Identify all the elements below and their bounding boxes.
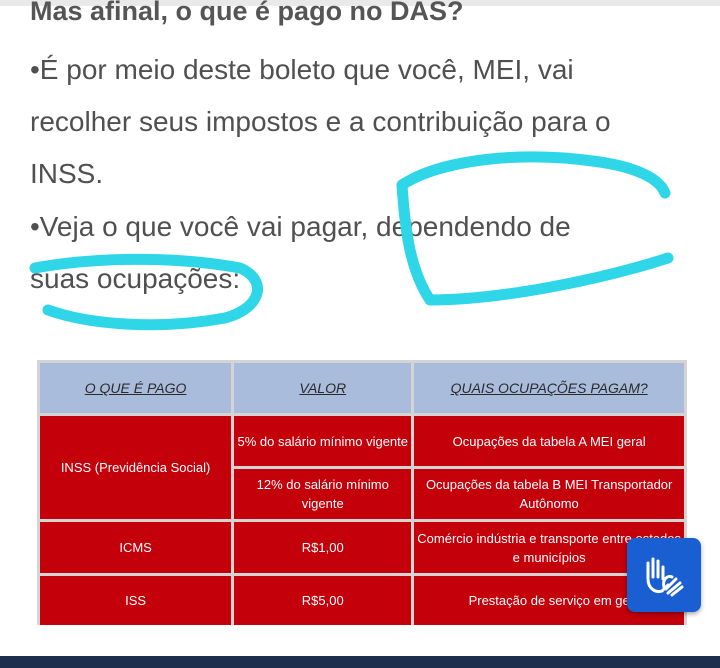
paragraph-line-4: •Veja o que você vai pagar, dependendo d… xyxy=(30,211,571,242)
sign-language-hands-icon xyxy=(646,557,684,597)
occupations-cell: Ocupações da tabela B MEI Transportador … xyxy=(414,469,684,519)
das-table: O QUE É PAGO VALOR QUAIS OCUPAÇÕES PAGAM… xyxy=(37,360,687,625)
value-cell: R$1,00 xyxy=(234,522,412,573)
paragraph-line-1: •É por meio deste boleto que você, MEI, … xyxy=(30,54,574,85)
accessibility-sign-language-button[interactable] xyxy=(627,538,701,612)
paragraph-line-5: suas ocupações: xyxy=(30,263,241,294)
paragraph-line-3: INSS. xyxy=(30,158,104,189)
value-cell: 5% do salário mínimo vigente xyxy=(234,416,412,466)
value-cell: R$5,00 xyxy=(234,576,412,625)
table-row: ISS R$5,00 Prestação de serviço em ge xyxy=(40,576,684,625)
table-row: ICMS R$1,00 Comércio indústria e transpo… xyxy=(40,522,684,573)
tax-cell: ISS xyxy=(40,576,232,625)
occupations-cell: Ocupações da tabela A MEI geral xyxy=(414,416,684,466)
tax-cell: INSS (Previdência Social) xyxy=(40,416,232,519)
header-occupations: QUAIS OCUPAÇÕES PAGAM? xyxy=(414,363,684,413)
header-what-is-paid: O QUE É PAGO xyxy=(40,363,232,413)
header-value: VALOR xyxy=(234,363,412,413)
paragraph-line-2: recolher seus impostos e a contribuição … xyxy=(30,106,611,137)
table-row: INSS (Previdência Social) 5% do salário … xyxy=(40,416,684,519)
value-cell: 12% do salário mínimo vigente xyxy=(234,469,412,519)
page-heading: Mas afinal, o que é pago no DAS? xyxy=(30,0,464,26)
bottom-bar xyxy=(0,656,720,668)
tax-cell: ICMS xyxy=(40,522,232,573)
